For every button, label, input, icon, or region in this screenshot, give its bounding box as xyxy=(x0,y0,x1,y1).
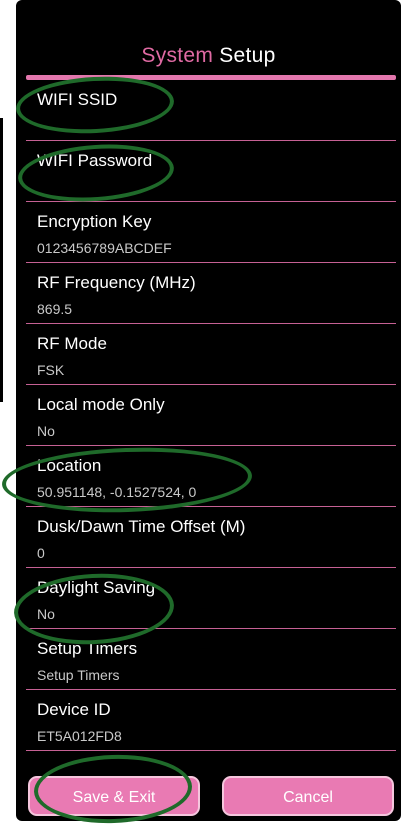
setting-rf-frequency[interactable]: RF Frequency (MHz) 869.5 xyxy=(26,263,396,324)
setting-value: 869.5 xyxy=(37,301,73,317)
setting-label: Encryption Key xyxy=(37,212,152,231)
setting-encryption-key[interactable]: Encryption Key 0123456789ABCDEF xyxy=(26,202,396,263)
setting-label: Dusk/Dawn Time Offset (M) xyxy=(37,517,246,536)
setting-value: 0 xyxy=(37,545,45,561)
page-title-word-system: System xyxy=(141,44,214,67)
setting-rf-mode[interactable]: RF Mode FSK xyxy=(26,324,396,385)
setting-label: Location xyxy=(37,456,102,475)
setting-value: FSK xyxy=(37,362,65,378)
setting-label: Device ID xyxy=(37,700,111,719)
setting-value: 0123456789ABCDEF xyxy=(37,240,172,256)
setting-value: 50.951148, -0.1527524, 0 xyxy=(37,484,197,500)
setting-wifi-ssid[interactable]: WIFI SSID xyxy=(26,80,396,141)
page-title: System Setup xyxy=(16,44,401,68)
setting-device-id[interactable]: Device ID ET5A012FD8 xyxy=(26,690,396,751)
setting-label: WIFI SSID xyxy=(37,90,118,109)
setting-local-mode-only[interactable]: Local mode Only No xyxy=(26,385,396,446)
setting-dusk-dawn-offset[interactable]: Dusk/Dawn Time Offset (M) 0 xyxy=(26,507,396,568)
setting-setup-timers[interactable]: Setup Timers Setup Timers xyxy=(26,629,396,690)
app-screen: System Setup WIFI SSID WIFI Password Encr… xyxy=(16,0,401,821)
page-title-word-setup: Setup xyxy=(219,44,276,67)
setting-label: Setup Timers xyxy=(37,639,138,658)
setting-value: Setup Timers xyxy=(37,667,120,683)
setting-label: Local mode Only xyxy=(37,395,165,414)
save-exit-button[interactable]: Save & Exit xyxy=(28,776,200,816)
setting-wifi-password[interactable]: WIFI Password xyxy=(26,141,396,202)
setting-value: No xyxy=(37,606,55,622)
settings-list: WIFI SSID WIFI Password Encryption Key 0… xyxy=(26,80,396,751)
setting-label: RF Mode xyxy=(37,334,107,353)
setting-daylight-saving[interactable]: Daylight Saving No xyxy=(26,568,396,629)
setting-label: Daylight Saving xyxy=(37,578,156,597)
setting-label: WIFI Password xyxy=(37,151,153,170)
cancel-button[interactable]: Cancel xyxy=(222,776,394,816)
setting-location[interactable]: Location 50.951148, -0.1527524, 0 xyxy=(26,446,396,507)
setting-value: No xyxy=(37,423,55,439)
setting-value: ET5A012FD8 xyxy=(37,728,122,744)
frame-edge xyxy=(0,118,3,402)
setting-label: RF Frequency (MHz) xyxy=(37,273,196,292)
